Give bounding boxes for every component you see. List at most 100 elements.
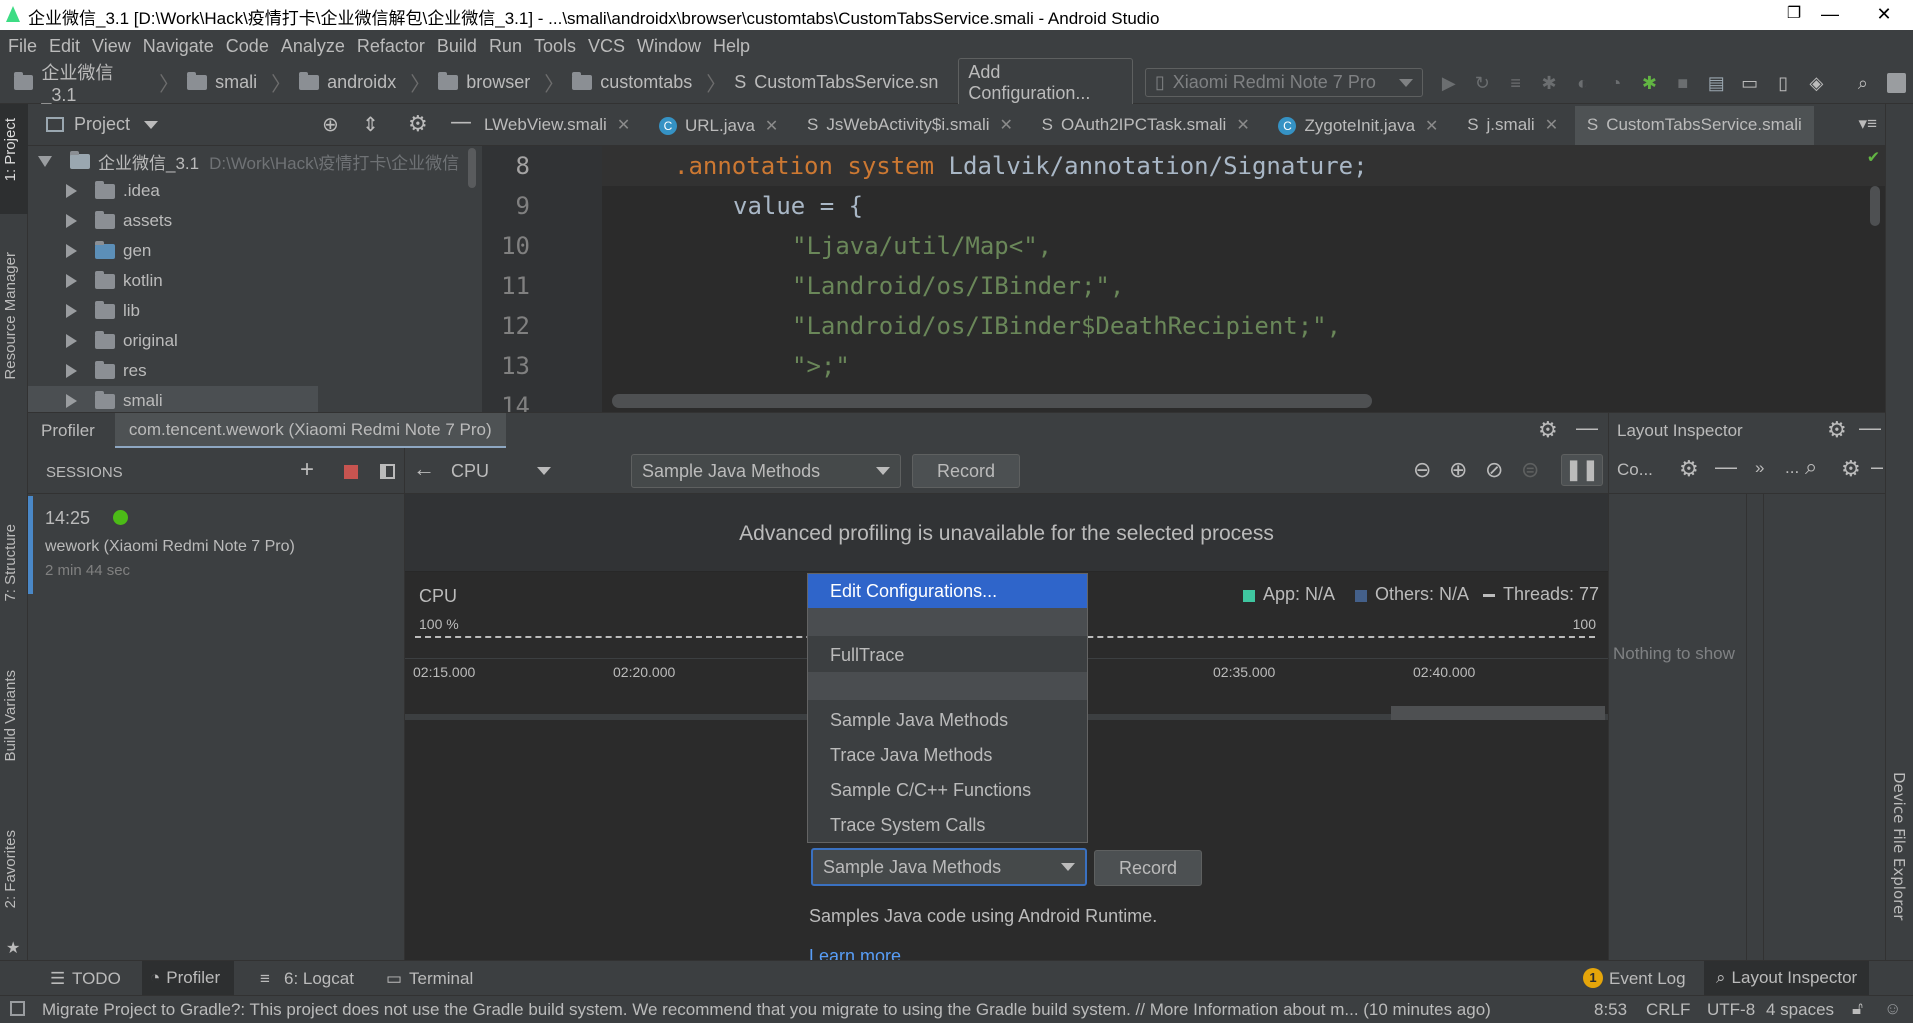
close-icon[interactable]: ✕ [617, 115, 630, 135]
menu-code[interactable]: Code [226, 36, 269, 57]
profiler-tab-label[interactable]: Profiler [41, 421, 95, 441]
tab-logcat[interactable]: 6: Logcat [284, 969, 354, 989]
tab-device-file-explorer[interactable]: Device File Explorer [1890, 772, 1908, 920]
vertical-scrollbar[interactable] [1870, 186, 1880, 226]
zoom-out-icon[interactable]: ⊖ [1413, 457, 1431, 483]
lock-icon[interactable]: 🔓︎ [1852, 999, 1863, 1019]
zoom-to-selection-icon[interactable]: ⊜ [1521, 457, 1539, 483]
editor-tab-active[interactable]: S CustomTabsService.smali [1574, 105, 1814, 145]
tab-event-log[interactable]: Event Log [1609, 969, 1686, 989]
menu-view[interactable]: View [92, 36, 131, 57]
breadcrumb-browser[interactable]: browser [438, 72, 530, 93]
avd-manager-icon[interactable]: ▯ [1773, 73, 1792, 93]
tree-item[interactable]: lib [66, 296, 140, 326]
code-editor[interactable]: .annotation system Ldalvik/annotation/Si… [602, 146, 1885, 412]
gear-icon[interactable]: ⚙ [1538, 417, 1558, 443]
apply-changes-icon[interactable]: ↻ [1473, 73, 1492, 93]
dropdown-sample-java[interactable]: Sample Java Methods [808, 703, 1087, 737]
tree-item[interactable]: .idea [66, 176, 160, 206]
tree-root[interactable]: 企业微信_3.1 D:\Work\Hack\疫情打卡\企业微信 [38, 146, 459, 176]
status-message[interactable]: Migrate Project to Gradle?: This project… [42, 1000, 1572, 1020]
editor-tab[interactable]: Sj.smali ✕ [1455, 104, 1570, 145]
close-icon[interactable]: ✕ [1425, 116, 1438, 136]
menu-window[interactable]: Window [637, 36, 701, 57]
dropdown-fulltrace[interactable]: FullTrace [808, 638, 1087, 672]
apply-code-changes-icon[interactable]: ≡ [1506, 73, 1525, 93]
editor-tab[interactable]: S JsWebActivity$i.smali ✕ [795, 104, 1025, 145]
tab-project[interactable]: 1: Project [2, 118, 19, 181]
dropdown-edit-configurations[interactable]: Edit Configurations... [808, 574, 1087, 608]
stop-icon[interactable]: ■ [1673, 73, 1692, 93]
run-icon[interactable]: ▶ [1439, 73, 1458, 93]
menu-vcs[interactable]: VCS [588, 36, 625, 57]
hide-panel-icon[interactable]: — [1859, 415, 1881, 441]
project-structure-icon[interactable]: ▤ [1707, 73, 1726, 93]
debug-icon[interactable]: ✱ [1539, 73, 1558, 93]
menu-analyze[interactable]: Analyze [281, 36, 345, 57]
profile-icon[interactable]: ◐ [1573, 73, 1592, 93]
sync-project-icon[interactable]: ▭ [1740, 73, 1759, 93]
tab-terminal[interactable]: Terminal [409, 969, 473, 989]
menu-help[interactable]: Help [713, 36, 750, 57]
tree-item[interactable]: original [66, 326, 178, 356]
tree-item-selected[interactable]: smali [28, 386, 318, 412]
close-icon[interactable]: ✕ [765, 116, 778, 136]
inspector-face-icon[interactable]: ☺ [1884, 999, 1901, 1019]
search-icon[interactable]: ⌕ [1805, 454, 1817, 480]
tab-build-variants[interactable]: Build Variants [2, 670, 19, 761]
menu-tools[interactable]: Tools [534, 36, 576, 57]
collapse-all-icon[interactable]: ⇕ [362, 112, 379, 136]
menu-run[interactable]: Run [489, 36, 522, 57]
tree-item[interactable]: res [66, 356, 147, 386]
stop-session-icon[interactable] [344, 465, 358, 479]
tab-todo[interactable]: TODO [72, 969, 121, 989]
cpu-config-combo-top[interactable]: Sample Java Methods [631, 454, 901, 488]
editor-tab[interactable]: LWebView.smali ✕ [482, 104, 642, 145]
project-view-title[interactable]: Project [74, 114, 130, 135]
chevron-down-icon[interactable] [144, 120, 159, 129]
close-button[interactable]: ✕ [1861, 0, 1907, 30]
editor-tab[interactable]: C URL.java ✕ [647, 105, 790, 145]
gear-icon[interactable]: ⚙ [408, 112, 428, 137]
breadcrumb-file[interactable]: S CustomTabsService.sn [734, 72, 938, 93]
record-button-top[interactable]: Record [912, 454, 1021, 488]
expand-panel-icon[interactable]: » [1755, 458, 1764, 478]
horizontal-scrollbar[interactable] [612, 394, 1372, 408]
attach-debugger-icon[interactable]: ✱ [1640, 73, 1659, 93]
hide-panel-icon[interactable]: — [1576, 415, 1598, 441]
tab-resource-manager[interactable]: Resource Manager [2, 252, 19, 380]
tab-profiler[interactable]: ◔ Profiler [142, 961, 235, 995]
session-item[interactable]: 14:25 wework (Xiaomi Redmi Note 7 Pro) 2… [28, 496, 404, 594]
tree-item[interactable]: assets [66, 206, 172, 236]
user-avatar-icon[interactable] [1886, 72, 1907, 93]
close-icon[interactable]: ✕ [1545, 115, 1558, 135]
restore-button[interactable]: ❐ [1771, 0, 1817, 30]
gear-icon[interactable]: ⚙ [1679, 456, 1699, 482]
menu-navigate[interactable]: Navigate [143, 36, 214, 57]
pause-button[interactable]: ❚❚ [1561, 454, 1603, 486]
line-separator[interactable]: CRLF [1646, 1000, 1690, 1020]
sdk-manager-icon[interactable]: ◈ [1807, 73, 1826, 93]
dropdown-trace-system[interactable]: Trace System Calls [808, 808, 1087, 842]
back-arrow-icon[interactable]: ← [413, 456, 435, 482]
profiler-process-tab[interactable]: com.tencent.wework (Xiaomi Redmi Note 7 … [114, 412, 506, 449]
hide-panel-icon[interactable]: — [1715, 454, 1737, 480]
hide-panel-icon[interactable]: — [450, 110, 472, 135]
add-configuration-button[interactable]: Add Configuration... [958, 57, 1133, 108]
zoom-in-icon[interactable]: ⊕ [1449, 457, 1467, 483]
record-button[interactable]: Record [1094, 850, 1203, 886]
device-selector[interactable]: ▯ Xiaomi Redmi Note 7 Pro [1144, 68, 1424, 97]
tab-layout-inspector[interactable]: ⌕ Layout Inspector [1704, 961, 1870, 995]
breadcrumb-androidx[interactable]: androidx [299, 72, 396, 93]
panel-toggle-icon[interactable] [10, 1001, 25, 1016]
caret-position[interactable]: 8:53 [1594, 1000, 1627, 1020]
menu-refactor[interactable]: Refactor [357, 36, 425, 57]
scrollbar-thumb[interactable] [468, 148, 476, 188]
dropdown-sample-cpp[interactable]: Sample C/C++ Functions [808, 773, 1087, 807]
collapse-sessions-icon[interactable] [380, 464, 395, 479]
locate-icon[interactable]: ⊕ [322, 112, 339, 136]
add-session-icon[interactable]: + [300, 456, 314, 484]
menu-edit[interactable]: Edit [49, 36, 80, 57]
reset-zoom-icon[interactable]: ⊘ [1485, 457, 1503, 483]
tab-structure[interactable]: 7: Structure [2, 524, 19, 602]
